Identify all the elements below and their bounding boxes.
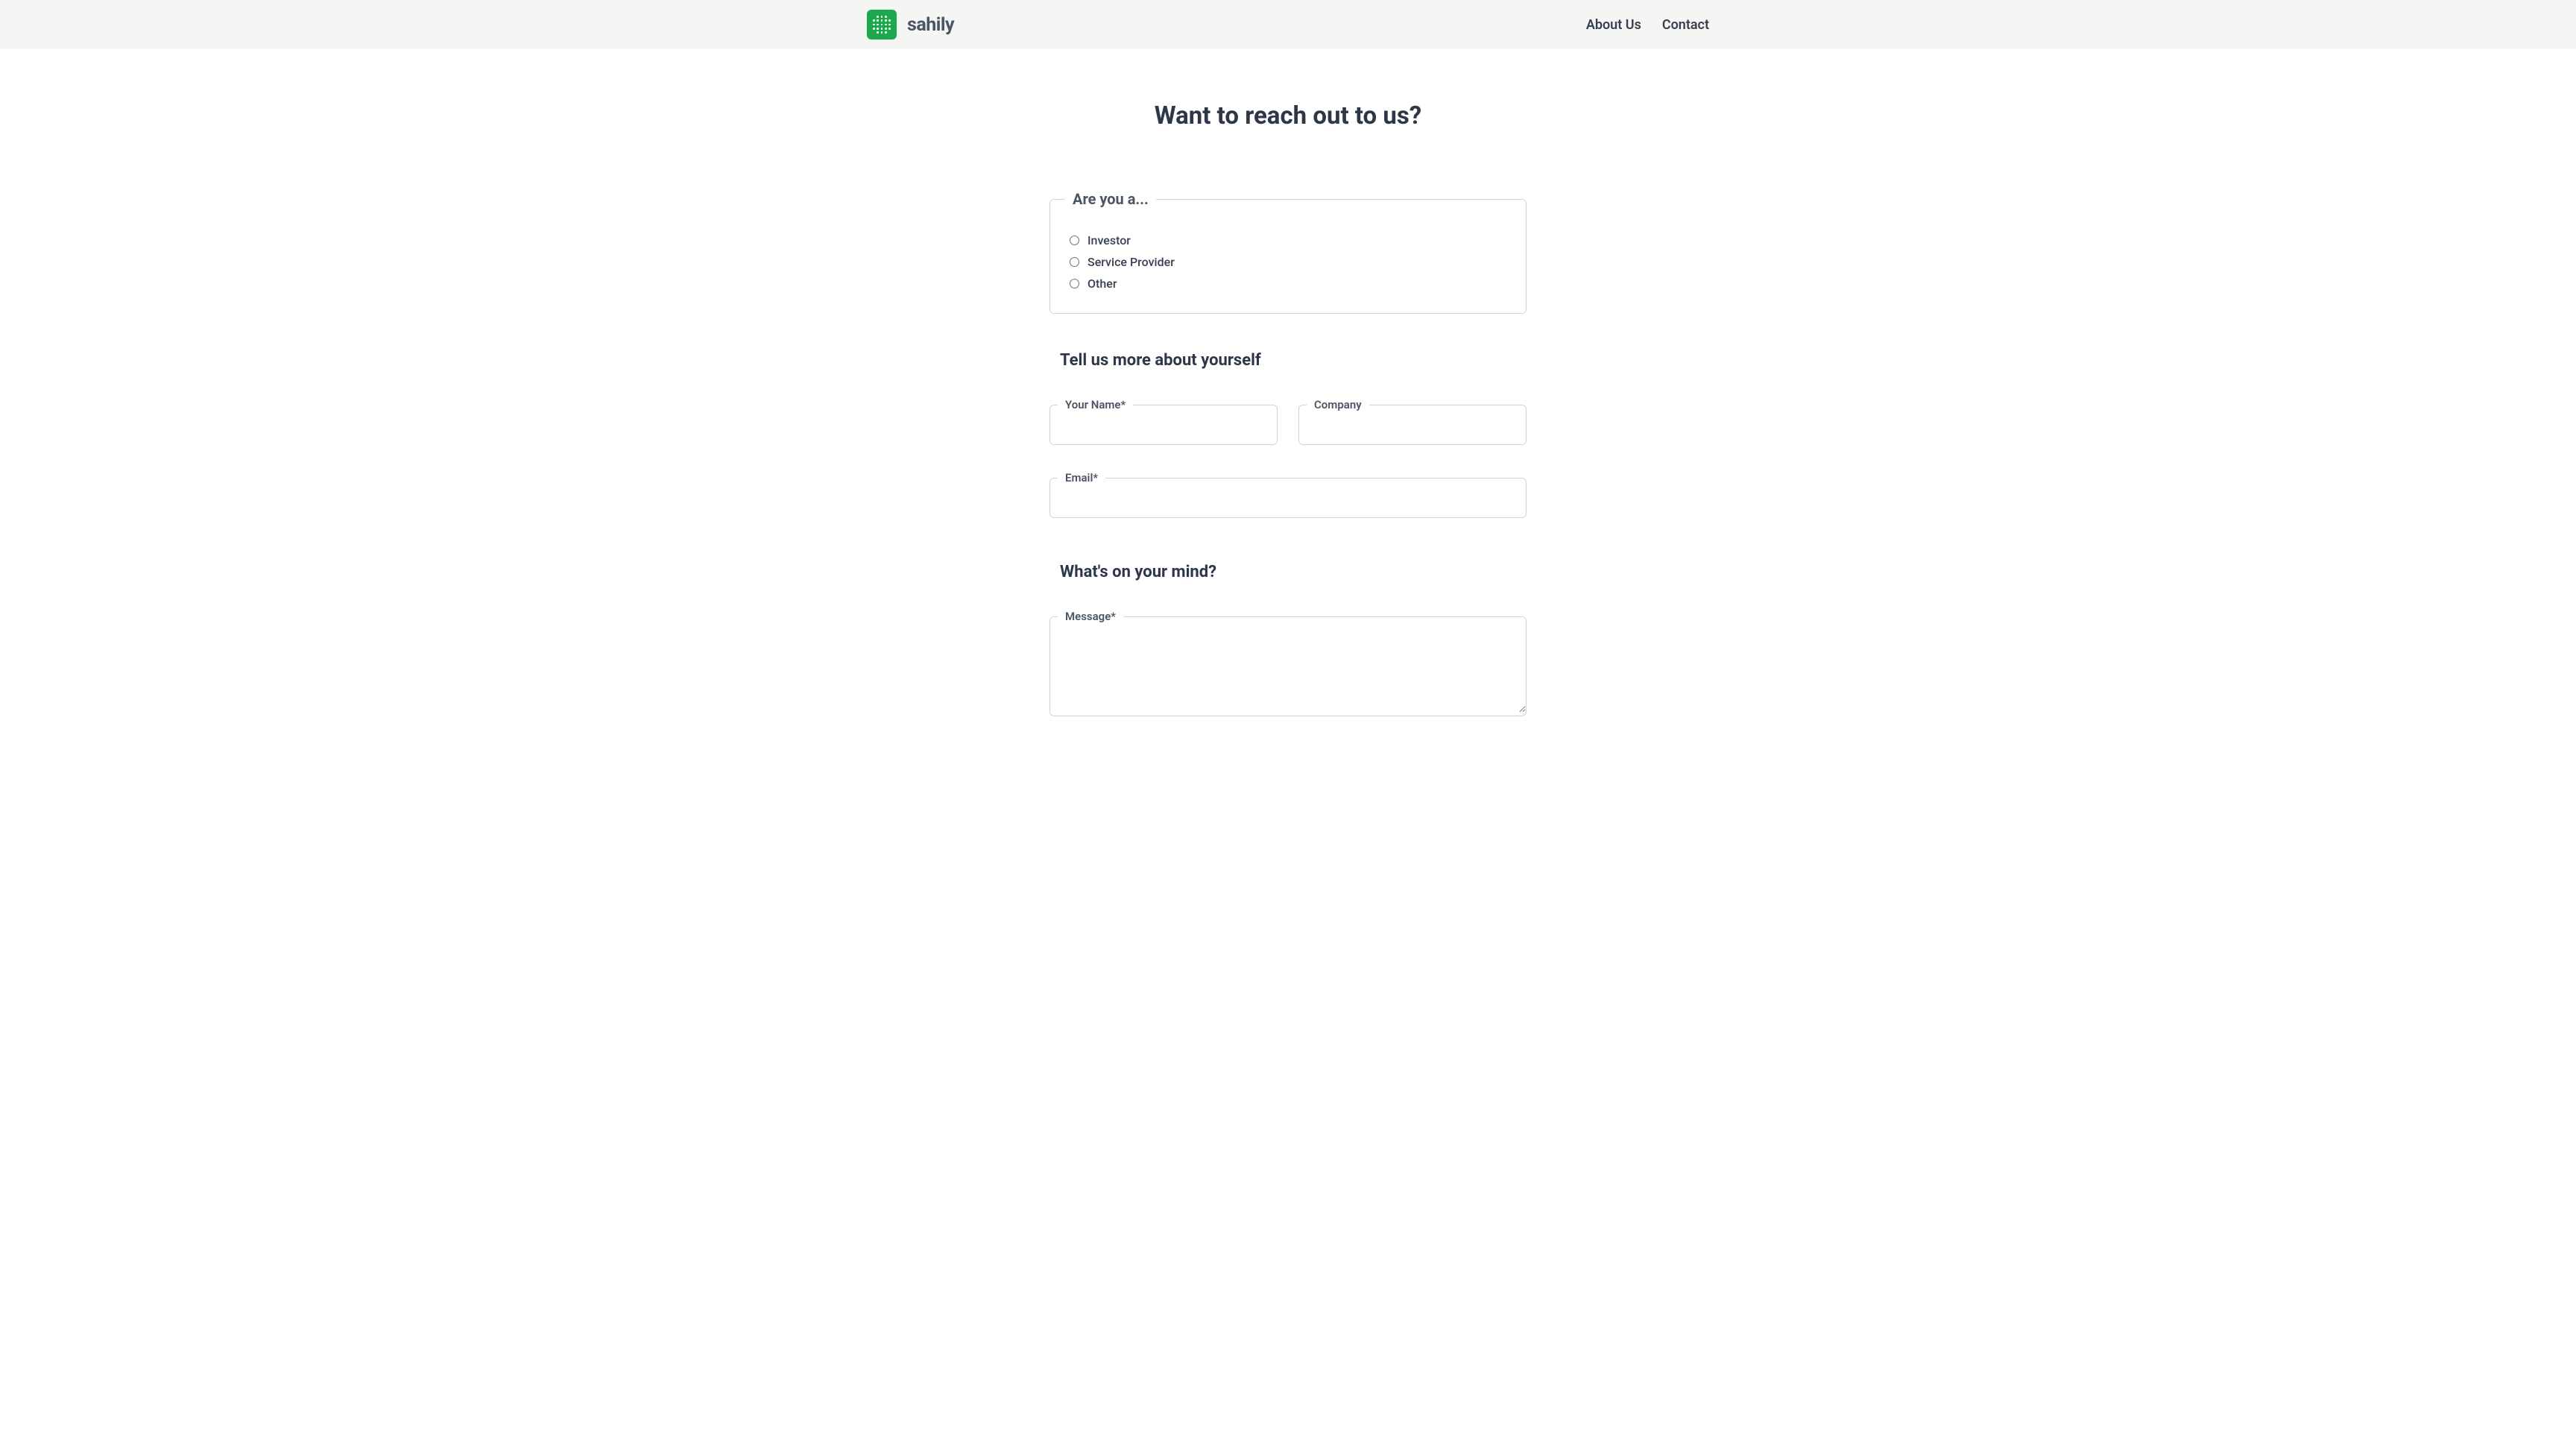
logo[interactable]: sahily xyxy=(867,10,954,40)
company-input[interactable] xyxy=(1299,411,1526,444)
nav-contact[interactable]: Contact xyxy=(1662,17,1709,33)
logo-text: sahily xyxy=(907,14,954,36)
name-input[interactable] xyxy=(1050,411,1277,444)
radio-circle-icon xyxy=(1070,257,1079,267)
radio-label: Service Provider xyxy=(1087,255,1175,269)
header-container: sahily About Us Contact xyxy=(837,10,1739,40)
name-label: Your Name* xyxy=(1058,398,1133,411)
message-field-wrapper: Message* xyxy=(1049,610,1527,716)
email-field-wrapper: Email* xyxy=(1049,471,1527,518)
message-textarea[interactable] xyxy=(1050,623,1526,713)
about-yourself-heading: Tell us more about yourself xyxy=(1060,351,1527,370)
radio-label: Other xyxy=(1087,277,1117,291)
radio-option-service-provider[interactable]: Service Provider xyxy=(1070,255,1506,269)
page-title: Want to reach out to us? xyxy=(1049,101,1527,130)
radio-label: Investor xyxy=(1087,233,1131,247)
radio-option-other[interactable]: Other xyxy=(1070,277,1506,291)
site-header: sahily About Us Contact xyxy=(0,0,2576,49)
nav-about-us[interactable]: About Us xyxy=(1586,17,1641,33)
primary-nav: About Us Contact xyxy=(1586,17,1709,33)
radio-group: Investor Service Provider Other xyxy=(1070,233,1506,291)
logo-icon xyxy=(867,10,897,40)
company-label: Company xyxy=(1307,398,1369,411)
message-heading: What's on your mind? xyxy=(1060,563,1527,581)
email-input[interactable] xyxy=(1050,484,1526,517)
radio-circle-icon xyxy=(1070,236,1079,245)
form-row-name-company: Your Name* Company xyxy=(1049,398,1527,445)
company-field-wrapper: Company xyxy=(1298,398,1527,445)
email-fieldset: Email* xyxy=(1049,471,1527,518)
user-type-fieldset: Are you a... Investor Service Provider O… xyxy=(1049,190,1527,314)
message-fieldset: Message* xyxy=(1049,610,1527,716)
radio-option-investor[interactable]: Investor xyxy=(1070,233,1506,247)
company-fieldset: Company xyxy=(1298,398,1527,445)
main-content: Want to reach out to us? Are you a... In… xyxy=(1020,49,1556,791)
message-label: Message* xyxy=(1058,610,1123,623)
radio-circle-icon xyxy=(1070,279,1079,288)
user-type-legend: Are you a... xyxy=(1065,190,1156,208)
email-label: Email* xyxy=(1058,471,1105,484)
name-fieldset: Your Name* xyxy=(1049,398,1278,445)
name-field-wrapper: Your Name* xyxy=(1049,398,1278,445)
